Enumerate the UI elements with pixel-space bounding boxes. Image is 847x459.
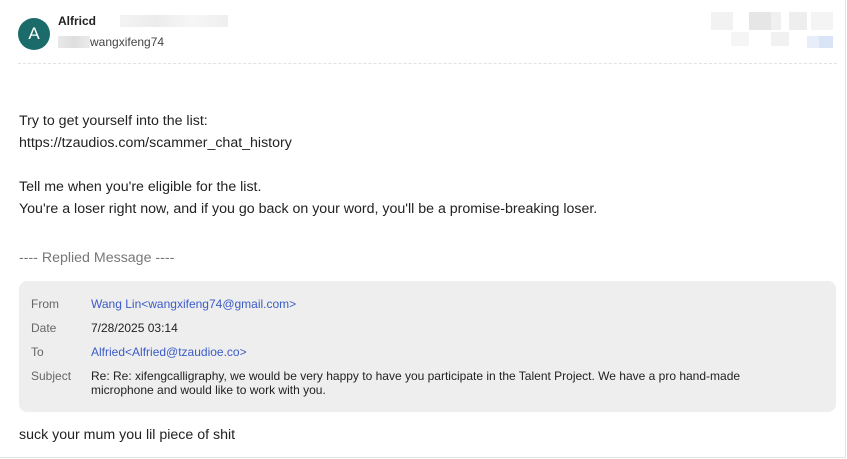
to-link[interactable]: Alfried<Alfried@tzaudioe.co> [91, 345, 247, 359]
subject-line-2: microphone and would like to work with y… [91, 383, 326, 397]
header-divider [18, 63, 837, 64]
body-link-text: https://tzaudios.com/scammer_chat_histor… [19, 135, 292, 151]
body-line: Try to get yourself into the list: [19, 113, 208, 129]
avatar[interactable]: A [18, 18, 50, 50]
date-label: Date [31, 321, 57, 335]
to-label: To [31, 345, 44, 359]
subject-line-1: Re: Re: xifengcalligraphy, we would be v… [91, 369, 741, 383]
sender-address[interactable]: wangxifeng74 [90, 35, 164, 49]
quoted-body-text: suck your mum you lil piece of shit [19, 427, 236, 443]
redacted-header-actions [711, 12, 839, 50]
body-line: You're a loser right now, and if you go … [19, 201, 598, 217]
date-value: 7/28/2025 03:14 [91, 321, 178, 335]
sender-name[interactable]: Alfricd [58, 14, 96, 28]
redacted-sender-detail [120, 15, 228, 27]
from-link[interactable]: Wang Lin<wangxifeng74@gmail.com> [91, 297, 296, 311]
redacted-address-prefix [58, 36, 90, 48]
from-label: From [31, 297, 59, 311]
body-line: Tell me when you're eligible for the lis… [19, 179, 262, 195]
replied-message-header: ---- Replied Message ---- [19, 250, 175, 266]
sender-address-row: wangxifeng74 [58, 34, 164, 50]
subject-label: Subject [31, 369, 72, 383]
quoted-message-box: From Wang Lin<wangxifeng74@gmail.com> Da… [19, 281, 836, 412]
